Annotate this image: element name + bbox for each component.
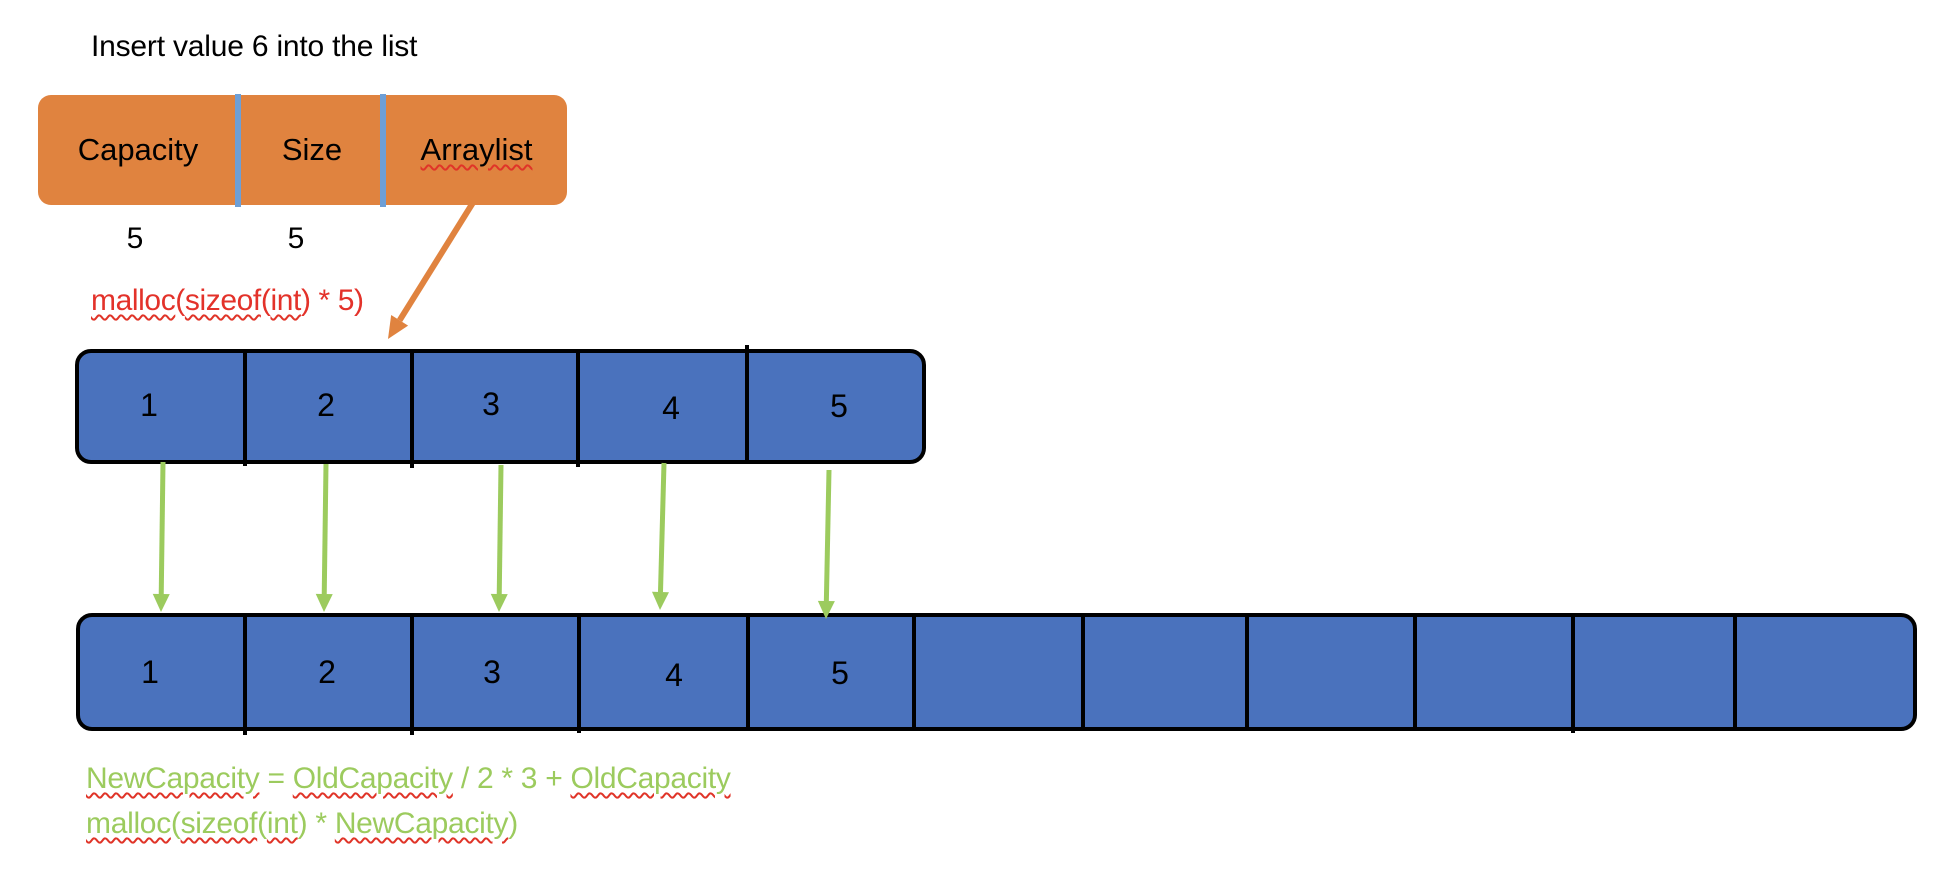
copy-arrow <box>315 463 333 612</box>
copy-arrows <box>152 461 835 619</box>
copy-arrow-head <box>152 593 170 612</box>
new-malloc-formula: malloc(sizeof(int) * NewCapacity) <box>86 807 518 840</box>
arraylist-pointer-arrow <box>388 199 477 339</box>
arraylist-struct: Capacity Size Arraylist <box>38 94 567 207</box>
cell-divider <box>410 613 414 735</box>
copy-arrow-head <box>651 591 669 610</box>
cell-divider <box>1571 613 1575 733</box>
old-array: 1 2 3 4 5 <box>75 345 926 468</box>
cell-divider <box>577 613 581 733</box>
struct-field-capacity: Capacity <box>77 132 199 167</box>
new-cell-value: 5 <box>831 655 849 691</box>
arraylist-label: Arraylist <box>420 132 533 167</box>
copy-arrow-head <box>315 593 333 612</box>
cell-divider <box>410 349 414 468</box>
new-cell-value: 3 <box>483 654 501 690</box>
copy-arrow <box>490 464 508 612</box>
new-array: 1 2 3 4 5 <box>76 613 1917 735</box>
old-cell-value: 2 <box>317 387 335 423</box>
old-malloc-label: malloc(sizeof(int) * 5) <box>91 284 364 317</box>
copy-arrow <box>817 469 835 619</box>
cell-divider <box>912 613 916 731</box>
copy-arrow <box>651 462 669 610</box>
copy-arrow-head <box>490 593 508 612</box>
new-cell-value: 2 <box>318 654 336 690</box>
pointer-arrow <box>388 199 477 339</box>
copy-arrow-shaft <box>158 461 166 595</box>
old-cell-value: 5 <box>830 388 848 424</box>
copy-arrow-shaft <box>321 463 329 595</box>
old-cell-value: 1 <box>140 387 158 423</box>
cell-divider <box>1245 613 1249 731</box>
capacity-value: 5 <box>126 222 144 255</box>
copy-arrow <box>152 461 170 612</box>
old-cell-value: 4 <box>662 390 680 426</box>
new-cell-value: 1 <box>141 654 159 690</box>
copy-arrow-shaft <box>823 469 832 602</box>
struct-field-size: Size <box>281 132 343 167</box>
copy-arrow-shaft <box>657 462 667 593</box>
copy-arrow-shaft <box>496 464 504 595</box>
cell-divider <box>243 613 247 735</box>
arraylist-pointer-arrow-head <box>388 315 409 339</box>
arraylist-pointer-arrow-shaft <box>397 199 477 322</box>
cell-divider <box>746 613 750 731</box>
old-cell-value: 3 <box>482 386 500 422</box>
cell-divider <box>1413 613 1417 731</box>
diagram-title: Insert value 6 into the list <box>91 30 418 63</box>
cell-divider <box>576 349 580 467</box>
struct-field-arraylist: Arraylist <box>386 95 567 205</box>
cell-divider <box>1733 613 1737 731</box>
new-capacity-formula: NewCapacity = OldCapacity / 2 * 3 + OldC… <box>86 762 731 795</box>
cell-divider <box>1081 613 1085 731</box>
cell-divider <box>745 345 749 460</box>
size-value: 5 <box>287 222 305 255</box>
cell-divider <box>243 349 247 466</box>
new-cell-value: 4 <box>665 657 683 693</box>
